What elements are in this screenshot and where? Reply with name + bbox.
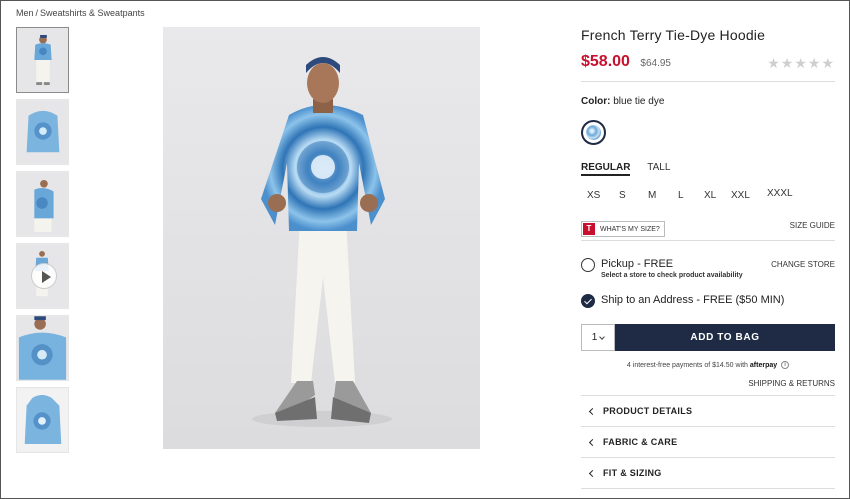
chevron-left-icon — [588, 469, 597, 478]
size-guide-link[interactable]: SIZE GUIDE — [790, 221, 835, 230]
add-to-bag-button[interactable]: ADD TO BAG — [615, 324, 835, 351]
true-fit-logo-icon: T — [583, 223, 595, 235]
quantity-select[interactable]: 1 — [581, 324, 615, 351]
accordion-fit-sizing[interactable]: FIT & SIZING — [581, 458, 835, 489]
shipping-returns-link[interactable]: SHIPPING & RETURNS — [581, 379, 835, 388]
main-product-image[interactable] — [163, 27, 480, 449]
afterpay-logo: afterpay — [749, 361, 778, 369]
thumbnail-side[interactable] — [16, 171, 69, 237]
whats-my-size-button[interactable]: T WHAT'S MY SIZE? — [581, 221, 665, 237]
divider — [581, 81, 835, 82]
breadcrumb: Men / Sweatshirts & Sweatpants — [16, 8, 145, 18]
size-s[interactable]: S — [619, 190, 626, 201]
product-title: French Terry Tie-Dye Hoodie — [581, 27, 766, 43]
pickup-note: Select a store to check product availabi… — [601, 272, 743, 279]
size-xl[interactable]: XL — [704, 190, 716, 201]
thumbnail-flat-lay[interactable] — [16, 387, 69, 453]
product-info-panel: French Terry Tie-Dye Hoodie $58.00 $64.9… — [581, 27, 835, 489]
accordion-label: PRODUCT DETAILS — [603, 406, 693, 416]
change-store-link[interactable]: CHANGE STORE — [771, 260, 835, 269]
size-l[interactable]: L — [678, 190, 684, 201]
thumbnail-strip — [16, 27, 69, 459]
sale-price: $58.00 — [581, 53, 630, 70]
quantity-value: 1 — [591, 332, 598, 343]
thumbnail-front-full[interactable] — [16, 27, 69, 93]
rating-stars-icon[interactable]: ★★★★★ — [767, 55, 835, 72]
fit-tall-tab[interactable]: TALL — [647, 162, 670, 173]
pickup-option[interactable]: Pickup - FREE Select a store to check pr… — [581, 249, 835, 285]
size-xxxl[interactable]: XXXL — [767, 188, 793, 199]
size-xs[interactable]: XS — [587, 190, 600, 201]
afterpay-text: 4 interest-free payments of $14.50 with — [626, 361, 748, 369]
fit-selector: REGULAR TALL — [581, 162, 835, 178]
add-to-bag-row: 1 ADD TO BAG — [581, 324, 835, 351]
info-icon[interactable]: i — [781, 361, 790, 369]
thumbnail-closeup[interactable] — [16, 315, 69, 381]
color-swatch-blue-tie-dye[interactable] — [581, 120, 606, 145]
chevron-down-icon — [599, 333, 606, 340]
accordion-label: FIT & SIZING — [603, 468, 662, 478]
color-label: Color: — [581, 96, 611, 107]
whats-my-size-label: WHAT'S MY SIZE? — [600, 225, 660, 233]
chevron-left-icon — [588, 407, 597, 416]
size-m[interactable]: M — [648, 190, 656, 201]
original-price: $64.95 — [640, 58, 671, 69]
play-video-icon[interactable] — [31, 263, 57, 289]
fit-regular-tab[interactable]: REGULAR — [581, 162, 631, 176]
ship-radio-checked-icon[interactable] — [581, 294, 595, 308]
price-row: $58.00 $64.95 ★★★★★ — [581, 53, 835, 75]
thumbnail-video[interactable] — [16, 243, 69, 309]
breadcrumb-current[interactable]: Sweatshirts & Sweatpants — [40, 8, 145, 18]
breadcrumb-men-link[interactable]: Men — [16, 8, 34, 18]
fulfillment-options: Pickup - FREE Select a store to check pr… — [581, 249, 835, 321]
divider — [581, 240, 835, 241]
product-accordion: PRODUCT DETAILS FABRIC & CARE FIT & SIZI… — [581, 395, 835, 489]
size-tools: T WHAT'S MY SIZE? SIZE GUIDE — [581, 218, 835, 237]
thumbnail-back[interactable] — [16, 99, 69, 165]
accordion-label: FABRIC & CARE — [603, 437, 678, 447]
chevron-left-icon — [588, 438, 597, 447]
ship-option[interactable]: Ship to an Address - FREE ($50 MIN) — [581, 285, 835, 321]
size-selector: XS S M L XL XXL XXXL — [581, 188, 835, 206]
afterpay-message: 4 interest-free payments of $14.50 with … — [581, 361, 835, 369]
ship-label: Ship to an Address - FREE ($50 MIN) — [601, 294, 785, 306]
color-value: blue tie dye — [613, 96, 665, 107]
breadcrumb-separator: / — [35, 8, 39, 18]
pickup-radio[interactable] — [581, 258, 595, 272]
color-label-row: Color: blue tie dye — [581, 96, 835, 107]
accordion-fabric-care[interactable]: FABRIC & CARE — [581, 427, 835, 458]
size-xxl[interactable]: XXL — [731, 190, 750, 201]
accordion-product-details[interactable]: PRODUCT DETAILS — [581, 396, 835, 427]
